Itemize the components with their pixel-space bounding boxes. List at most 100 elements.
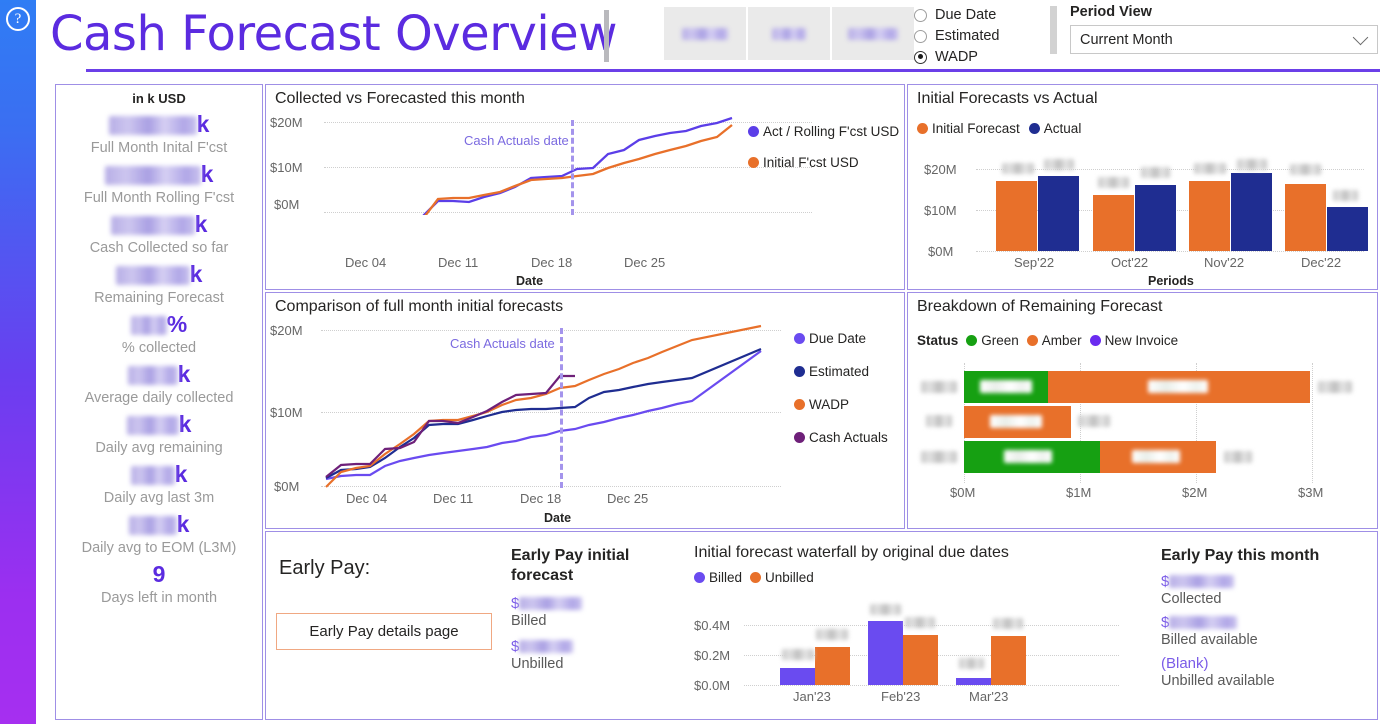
- kpi-value: %: [56, 310, 262, 338]
- y-tick-0: $0M: [274, 197, 300, 212]
- early-pay-initial-forecast-heading: Early Pay initial forecast: [511, 547, 630, 584]
- legend-item-cash-actuals[interactable]: Cash Actuals: [794, 430, 888, 445]
- legend-label-unbilled: Unbilled: [765, 570, 814, 585]
- legend-item-estimated[interactable]: Estimated: [794, 364, 888, 379]
- bar-dec22-initial-forecast[interactable]: [1285, 184, 1326, 251]
- kpi-cash-collected-so-far[interactable]: k Cash Collected so far: [56, 210, 262, 259]
- bar-nov22-actual[interactable]: [1231, 173, 1272, 251]
- legend-label-cash-actuals: Cash Actuals: [809, 430, 888, 445]
- chevron-down-icon: [1352, 29, 1369, 45]
- kpi-label: Remaining Forecast: [94, 290, 224, 306]
- radio-label-due-date: Due Date: [935, 7, 997, 23]
- legend-item-green[interactable]: Green: [966, 333, 1019, 348]
- radio-option-wadp[interactable]: WADP: [914, 47, 1054, 67]
- x-tick-dec-25: Dec 25: [607, 491, 649, 506]
- early-pay-initial-forecast: Early Pay initial forecast $ Billed $ Un…: [511, 546, 671, 672]
- legend-item-billed[interactable]: Billed: [694, 570, 742, 585]
- kpi-full-month-inital-fcst[interactable]: k Full Month Inital F'cst: [56, 110, 262, 159]
- bar-row2-amber[interactable]: [964, 406, 1071, 438]
- chart-collected-vs-forecasted[interactable]: Collected vs Forecasted this month $0M $…: [265, 84, 905, 290]
- kpi-label: Daily avg last 3m: [103, 490, 215, 506]
- kpi-remaining-forecast[interactable]: k Remaining Forecast: [56, 260, 262, 309]
- y-tick-0: $0M: [928, 244, 954, 259]
- kpi-days-left-in-month[interactable]: 9 Days left in month: [56, 560, 262, 609]
- bar-feb23-billed[interactable]: [868, 621, 903, 685]
- x-tick-3m: $3M: [1298, 485, 1324, 500]
- legend-dot-actual: [1028, 123, 1040, 134]
- kpi-daily-avg-last-3m[interactable]: k Daily avg last 3m: [56, 460, 262, 509]
- chart-plot-area: [422, 116, 733, 215]
- y-tick-00: $0.0M: [694, 678, 731, 693]
- legend-item-amber[interactable]: Amber: [1026, 333, 1082, 348]
- series-cash-actuals: [325, 374, 575, 478]
- bar-label-row3-amber: [1132, 450, 1180, 463]
- legend-item-act-rolling[interactable]: Act / Rolling F'cst USD: [748, 124, 899, 139]
- legend-label-initial-fcst: Initial F'cst USD: [763, 155, 859, 170]
- y-tick-20: $20M: [924, 162, 957, 177]
- x-tick-nov22: Nov'22: [1204, 255, 1245, 270]
- row-label-3: [921, 451, 957, 463]
- legend-dot-unbilled: [750, 572, 762, 583]
- chart-initial-forecast-waterfall[interactable]: Initial forecast waterfall by original d…: [694, 544, 1144, 714]
- kpi-daily-avg-remaining[interactable]: k Daily avg remaining: [56, 410, 262, 459]
- kpi-average-daily-collected[interactable]: k Average daily collected: [56, 360, 262, 409]
- bar-row1-green[interactable]: [964, 371, 1048, 403]
- bar-feb23-unbilled[interactable]: [903, 635, 938, 685]
- bar-jan23-unbilled[interactable]: [815, 647, 850, 685]
- kpi-full-month-rolling-fcst[interactable]: k Full Month Rolling F'cst: [56, 160, 262, 209]
- chart-title: Breakdown of Remaining Forecast: [917, 298, 1163, 315]
- chart-comparison-full-month-initial-forecasts[interactable]: Comparison of full month initial forecas…: [265, 292, 905, 529]
- bar-oct22-actual[interactable]: [1135, 185, 1176, 251]
- bar-row3-green[interactable]: [964, 441, 1100, 473]
- gridline-00: [744, 685, 1119, 686]
- kpi-value: k: [56, 360, 262, 388]
- period-view-select[interactable]: Current Month: [1070, 25, 1378, 54]
- legend-item-due-date[interactable]: Due Date: [794, 331, 888, 346]
- legend-label-due-date: Due Date: [809, 331, 867, 346]
- series-due-date: [325, 350, 762, 481]
- help-icon[interactable]: ?: [6, 7, 30, 31]
- kpi-value: k: [56, 510, 262, 538]
- radio-option-estimated[interactable]: Estimated: [914, 26, 1054, 46]
- bar-dec22-actual[interactable]: [1327, 207, 1368, 251]
- x-tick-sep22: Sep'22: [1014, 255, 1055, 270]
- bar-mar23-unbilled[interactable]: [991, 636, 1026, 685]
- early-pay-this-month-heading: Early Pay this month: [1161, 547, 1320, 564]
- early-pay-details-page-button[interactable]: Early Pay details page: [276, 613, 492, 650]
- bar-nov22-initial-forecast[interactable]: [1189, 181, 1230, 251]
- legend-item-initial-fcst[interactable]: Initial F'cst USD: [748, 155, 899, 170]
- bar-sep22-initial-forecast[interactable]: [996, 181, 1037, 251]
- legend-dot-green: [966, 335, 978, 346]
- bar-mar23-billed[interactable]: [956, 678, 991, 685]
- bar-label-row1-green: [980, 380, 1032, 393]
- page-title: Cash Forecast Overview: [50, 6, 617, 62]
- chart-title: Comparison of full month initial forecas…: [275, 298, 564, 315]
- slicer-tile-1[interactable]: [664, 7, 746, 60]
- kpi-percent-collected[interactable]: % % collected: [56, 310, 262, 359]
- x-tick-dec22: Dec'22: [1301, 255, 1342, 270]
- radio-option-due-date[interactable]: Due Date: [914, 5, 1054, 25]
- bar-jan23-billed[interactable]: [780, 668, 815, 685]
- bar-row3-amber[interactable]: [1100, 441, 1216, 473]
- bar-row1-amber[interactable]: [1048, 371, 1310, 403]
- legend-label-amber: Amber: [1041, 333, 1082, 348]
- legend-item-unbilled[interactable]: Unbilled: [750, 570, 814, 585]
- legend-item-initial-forecast[interactable]: Initial Forecast: [917, 121, 1020, 136]
- slicer-tile-3[interactable]: [832, 7, 914, 60]
- bar-label-row1-amber: [1148, 380, 1208, 393]
- slicer-tile-2[interactable]: [748, 7, 830, 60]
- legend-item-wadp[interactable]: WADP: [794, 397, 888, 412]
- bar-label-row3-green: [1004, 450, 1052, 463]
- early-pay-collected-value: $: [1161, 573, 1371, 591]
- bar-sep22-actual[interactable]: [1038, 176, 1079, 251]
- bar-oct22-initial-forecast[interactable]: [1093, 195, 1134, 251]
- radio-label-estimated: Estimated: [935, 28, 1000, 44]
- legend-item-actual[interactable]: Actual: [1028, 121, 1081, 136]
- period-view-control: Period View Current Month: [1070, 4, 1378, 54]
- x-tick-0m: $0M: [950, 485, 976, 500]
- kpi-daily-avg-to-eom-l3m[interactable]: k Daily avg to EOM (L3M): [56, 510, 262, 559]
- legend-label-estimated: Estimated: [809, 364, 870, 379]
- legend-item-new-invoice[interactable]: New Invoice: [1089, 333, 1178, 348]
- chart-breakdown-of-remaining-forecast[interactable]: Breakdown of Remaining Forecast Status G…: [907, 292, 1378, 529]
- chart-initial-forecasts-vs-actual[interactable]: Initial Forecasts vs Actual Initial Fore…: [907, 84, 1378, 290]
